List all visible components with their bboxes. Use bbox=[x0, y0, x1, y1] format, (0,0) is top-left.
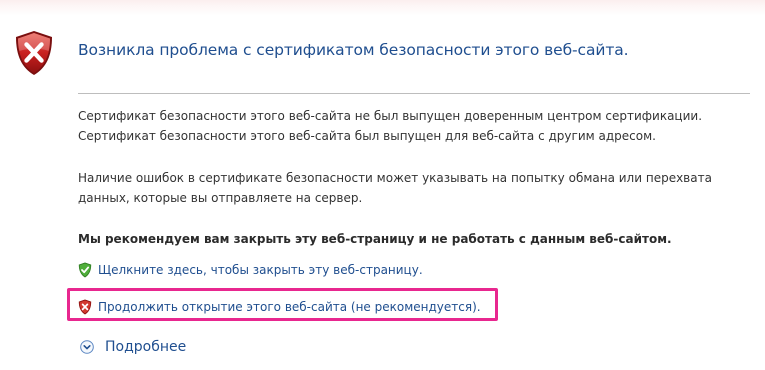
warning-text-line: Наличие ошибок в сертификате безопасност… bbox=[78, 171, 712, 185]
chevron-down-circle-icon[interactable] bbox=[80, 340, 94, 354]
highlight-box bbox=[67, 288, 498, 321]
green-check-shield-icon bbox=[78, 262, 92, 278]
divider bbox=[78, 93, 750, 94]
issue-text-line: Сертификат безопасности этого веб-сайта … bbox=[78, 109, 703, 123]
recommendation-text: Мы рекомендуем вам закрыть эту веб-стран… bbox=[78, 232, 672, 246]
close-page-link[interactable]: Щелкните здесь, чтобы закрыть эту веб-ст… bbox=[98, 263, 423, 277]
warning-paragraph: Наличие ошибок в сертификате безопасност… bbox=[78, 168, 750, 208]
close-page-option[interactable]: Щелкните здесь, чтобы закрыть эту веб-ст… bbox=[78, 262, 423, 278]
more-info-toggle[interactable]: Подробнее bbox=[80, 339, 186, 355]
page-title: Возникла проблема с сертификатом безопас… bbox=[78, 41, 629, 59]
certificate-error-page: Возникла проблема с сертификатом безопас… bbox=[0, 0, 765, 370]
error-shield-icon bbox=[16, 31, 52, 75]
more-info-label[interactable]: Подробнее bbox=[105, 339, 186, 355]
issue-text-line: Сертификат безопасности этого веб-сайта … bbox=[78, 129, 656, 143]
warning-text-line: данных, которые вы отправляете на сервер… bbox=[78, 191, 363, 205]
certificate-issue-paragraph: Сертификат безопасности этого веб-сайта … bbox=[78, 106, 750, 146]
